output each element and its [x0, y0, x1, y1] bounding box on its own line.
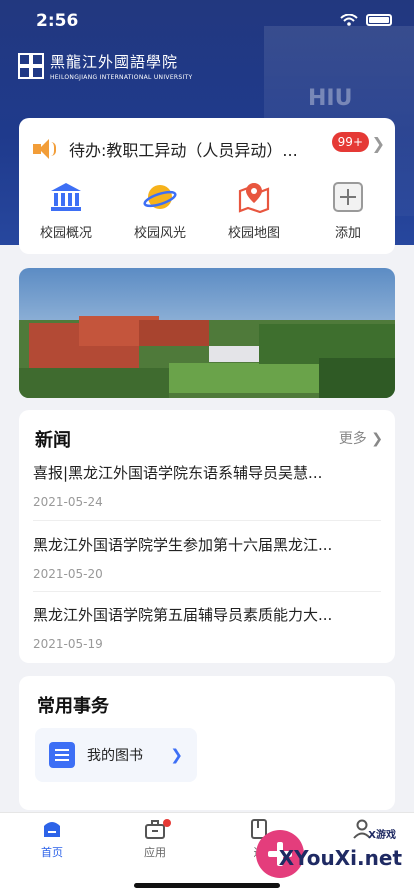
quick-label: 校园风光: [133, 226, 186, 241]
divider: [33, 591, 381, 592]
news-section-title: 新闻: [35, 430, 71, 451]
notification-dot: [163, 819, 171, 827]
quick-label: 校园概况: [39, 226, 92, 241]
chevron-right-icon[interactable]: ❯: [372, 134, 385, 153]
my-books-button[interactable]: 我的图书 ❯: [35, 728, 197, 782]
news-item-title: 黑龙江外国语学院第五届辅导员素质能力大...: [33, 606, 333, 624]
status-time: 2:56: [36, 11, 79, 31]
map-pin-icon: [237, 180, 271, 214]
todo-count-badge: 99+: [331, 132, 369, 152]
news-item[interactable]: 喜报|黑龙江外国语学院东语系辅导员吴慧... 2021-05-24: [33, 462, 383, 509]
wifi-icon: [340, 14, 358, 26]
building-sign: HIU: [308, 86, 353, 111]
news-item-date: 2021-05-24: [33, 495, 103, 509]
logo-english-name: HEILONGJIANG INTERNATIONAL UNIVERSITY: [50, 74, 193, 81]
logo-chinese-name: 黑龍江外國語學院: [50, 53, 179, 71]
todo-text: 待办:教职工异动（人员异动）...: [69, 141, 298, 160]
news-item-date: 2021-05-20: [33, 567, 103, 581]
watermark-site: XYouXi.net: [278, 846, 402, 870]
news-item-title: 喜报|黑龙江外国语学院东语系辅导员吴慧...: [33, 464, 323, 482]
news-item[interactable]: 黑龙江外国语学院学生参加第十六届黑龙江... 2021-05-20: [33, 534, 383, 581]
todo-card: 待办:教职工异动（人员异动）... 99+ ❯ 校园概况 校园风光 校园地图 添…: [19, 118, 395, 254]
affairs-section-title: 常用事务: [37, 696, 109, 717]
tab-label: 应用: [144, 846, 166, 859]
news-more-link[interactable]: 更多 ❯: [339, 428, 383, 448]
chevron-right-icon: ❯: [371, 431, 383, 447]
quick-campus-overview[interactable]: 校园概况: [19, 180, 113, 241]
home-indicator: [134, 883, 280, 888]
quick-label: 校园地图: [227, 226, 280, 241]
more-label: 更多: [338, 431, 367, 447]
quick-actions: 校园概况 校园风光 校园地图 添加: [19, 180, 395, 241]
speaker-icon: [33, 138, 56, 160]
news-item-title: 黑龙江外国语学院学生参加第十六届黑龙江...: [33, 536, 333, 554]
bank-icon: [49, 180, 83, 214]
battery-icon: [366, 14, 392, 26]
affair-label: 我的图书: [87, 748, 143, 764]
add-icon: [331, 180, 365, 214]
watermark: X游戏 XYouXi.net: [254, 826, 406, 882]
book-icon: [49, 742, 75, 768]
chevron-right-icon: ❯: [170, 746, 183, 764]
quick-label: 添加: [334, 226, 361, 241]
home-icon: [44, 822, 60, 837]
quick-campus-map[interactable]: 校园地图: [207, 180, 301, 241]
news-item[interactable]: 黑龙江外国语学院第五届辅导员素质能力大... 2021-05-19: [33, 604, 383, 651]
quick-campus-scenery[interactable]: 校园风光: [113, 180, 207, 241]
news-card: 新闻 更多 ❯ 喜报|黑龙江外国语学院东语系辅导员吴慧... 2021-05-2…: [19, 410, 395, 663]
campus-photo-banner[interactable]: [19, 268, 395, 398]
quick-add[interactable]: 添加: [301, 180, 395, 241]
school-logo: 黑龍江外國語學院 HEILONGJIANG INTERNATIONAL UNIV…: [18, 51, 192, 81]
divider: [33, 520, 381, 521]
news-item-date: 2021-05-19: [33, 637, 103, 651]
tab-apps[interactable]: 应用: [125, 819, 185, 860]
status-icons: [340, 14, 392, 26]
planet-icon: [143, 180, 177, 214]
watermark-brand: X游戏: [368, 830, 396, 841]
tab-home[interactable]: 首页: [22, 819, 82, 860]
common-affairs-card: 常用事务 我的图书 ❯: [19, 676, 395, 810]
logo-emblem-icon: [18, 53, 44, 79]
tab-label: 首页: [41, 846, 63, 859]
